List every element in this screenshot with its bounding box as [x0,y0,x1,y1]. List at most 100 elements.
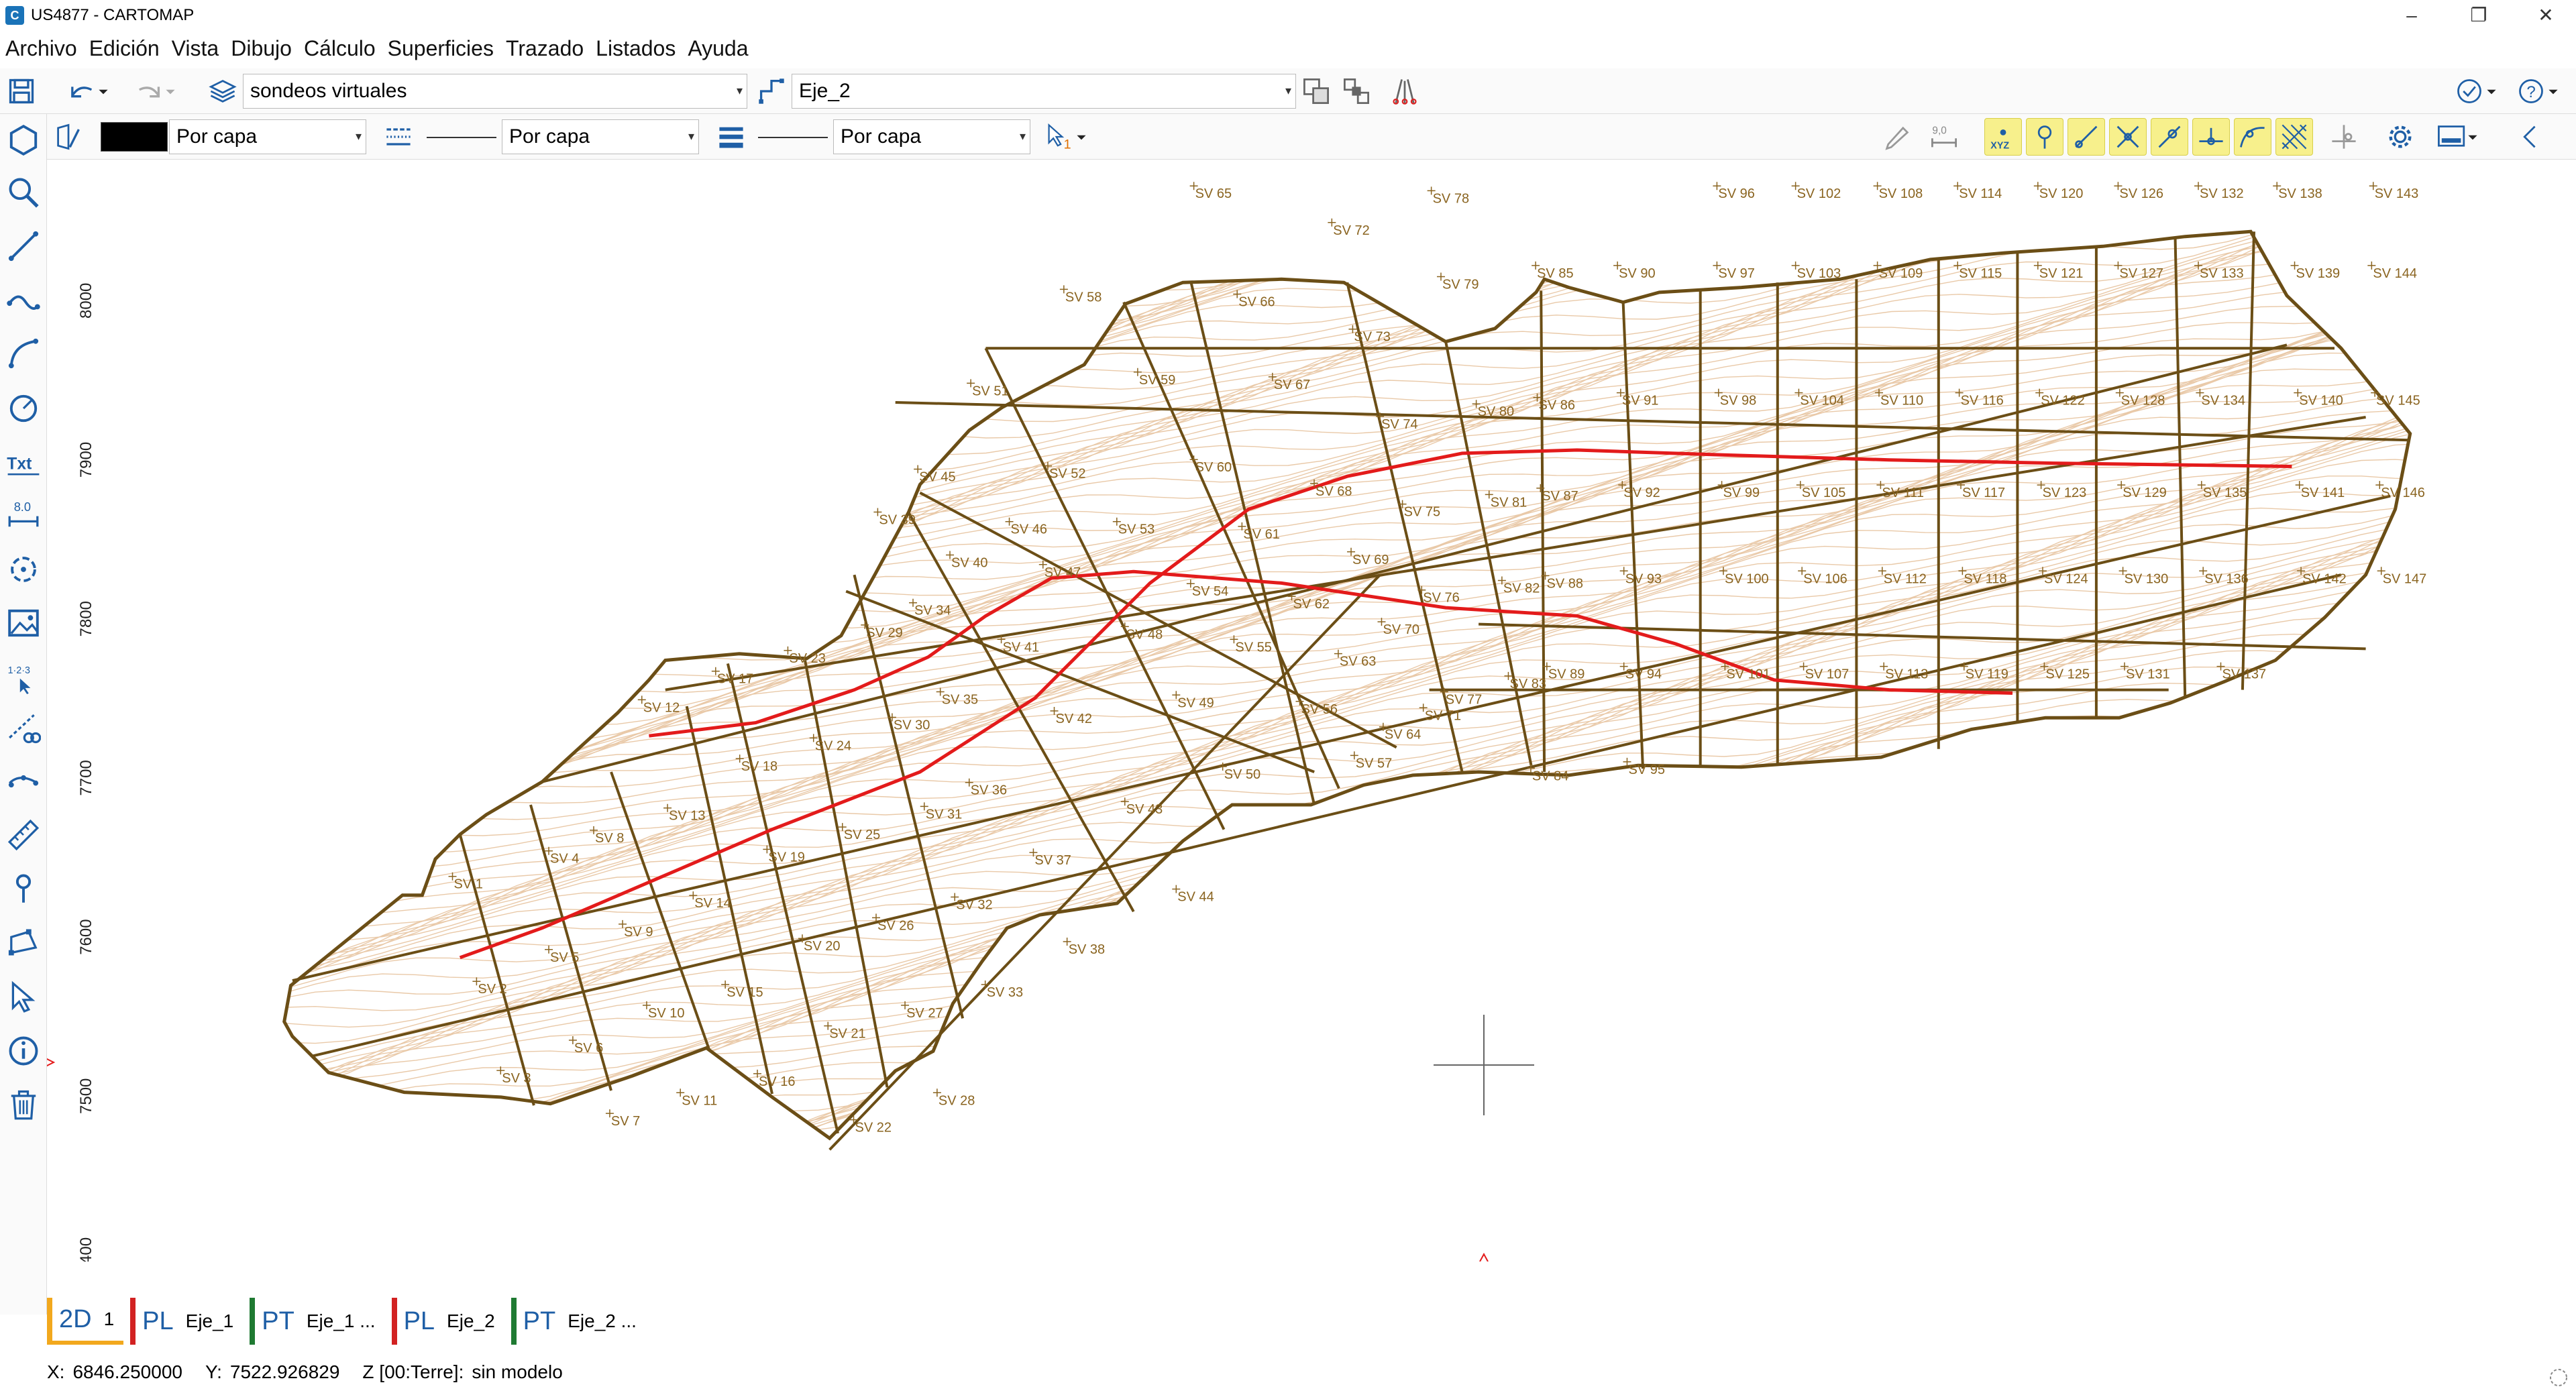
selection-mode-button[interactable]: 1 [1040,118,1093,156]
status-x-label: X: [47,1361,65,1382]
sondeo-label: SV 33 [987,985,1023,1000]
linetype-select[interactable]: Por capa ▾ [502,119,699,154]
arc-tool[interactable] [4,334,43,373]
lineweight-icon [719,127,743,148]
tab-pl-eje-1[interactable]: PL Eje_1 [130,1298,244,1345]
snap-intersection-button[interactable] [2109,118,2147,156]
lineweight-select[interactable]: Por capa ▾ [833,119,1030,154]
snap-tangent-button[interactable] [2234,118,2271,156]
tab-pt-eje-2[interactable]: PT Eje_2 ... [511,1298,646,1345]
validate-button[interactable] [2450,72,2504,110]
line-tool[interactable] [4,227,43,266]
select-tool[interactable] [4,978,43,1017]
sondeo-label: SV 56 [1301,702,1338,717]
sondeo-label: SV 101 [1726,667,1770,682]
alignment-button[interactable] [753,72,790,110]
edit-properties-button[interactable] [1878,118,1916,156]
rotate-tool[interactable] [4,550,43,589]
gear-icon [2389,125,2412,148]
snap-endpoint-button[interactable] [2068,118,2105,156]
menu-ayuda[interactable]: Ayuda [688,36,748,61]
vertex-tool[interactable] [4,923,43,962]
contour-line [284,276,2410,779]
save-icon [9,78,34,104]
polygon-tool[interactable] [4,121,43,160]
grid-line [665,416,2366,691]
redo-button[interactable] [126,72,185,110]
properties-panel-button[interactable] [50,118,87,156]
dimension-button[interactable]: 9,0 [1925,118,1963,156]
map-canvas[interactable]: SV 1 SV 2 SV 3 SV 4 SV 5 SV 6 SV 7 SV 8 SV 9 SV 1… [45,160,2576,1286]
text-tool[interactable]: Txt [4,443,43,482]
snap-midpoint-button[interactable] [2192,118,2230,156]
contour-lines [284,231,2410,1139]
sondeo-label: SV 77 [1446,693,1482,708]
color-swatch[interactable] [101,122,168,152]
tab-2d-view[interactable]: 2D 1 [47,1298,124,1345]
linetype-button[interactable] [380,118,417,156]
close-button[interactable]: ✕ [2509,0,2576,30]
display-options-button[interactable] [2430,118,2486,156]
tab-pt-eje-1[interactable]: PT Eje_1 ... [250,1298,385,1345]
tab-pl-eje-2[interactable]: PL Eje_2 [391,1298,504,1345]
zoom-tool[interactable] [4,173,43,212]
menu-vista[interactable]: Vista [172,36,219,61]
menu-listados[interactable]: Listados [596,36,676,61]
map-drawing[interactable]: SV 1 SV 2 SV 3 SV 4 SV 5 SV 6 SV 7 SV 8 SV 9 SV 1… [45,160,2576,1286]
layers-button[interactable] [204,72,241,110]
pin-icon [2037,125,2052,149]
measure-tool[interactable]: 8.0 [4,495,43,534]
sondeo-label: SV 89 [1548,667,1585,682]
delete-tool[interactable] [4,1085,43,1124]
snap-point-button[interactable] [2026,118,2063,156]
alignment-select[interactable]: Eje_2 ▾ [792,74,1296,109]
layer-select[interactable]: sondeos virtuales ▾ [243,74,747,109]
contour-line [284,231,2410,535]
sondeo-label: SV 47 [1044,565,1081,580]
snap-nearest-button[interactable] [2151,118,2188,156]
copy-entities-button[interactable] [1297,72,1335,110]
group-entities-button[interactable] [1338,72,1375,110]
menu-edicion[interactable]: Edición [89,36,160,61]
menu-dibujo[interactable]: Dibujo [231,36,292,61]
image-tool[interactable] [4,604,43,643]
save-button[interactable] [3,72,40,110]
route-tool[interactable] [4,762,43,801]
menu-superficies[interactable]: Superficies [388,36,494,61]
grid-line [292,494,2391,983]
contour-line [284,771,2410,1139]
color-select[interactable]: Por capa ▾ [169,119,366,154]
intersection-icon [2116,125,2139,148]
sondeo-label: SV 108 [1879,186,1923,201]
cartomap-window: C US4877 - CARTOMAP – ❐ ✕ Archivo Edició… [0,0,2576,1395]
sondeo-label: SV 129 [2123,486,2167,500]
profile-button[interactable] [1386,72,1424,110]
offset-tool[interactable] [4,710,43,748]
point-tool[interactable] [4,869,43,908]
sondeo-label: SV 128 [2121,394,2165,408]
undo-button[interactable] [59,72,118,110]
settings-button[interactable] [2381,118,2419,156]
menu-calculo[interactable]: Cálculo [304,36,376,61]
profile-icon [1393,79,1417,105]
menu-trazado[interactable]: Trazado [506,36,584,61]
info-tool[interactable] [4,1031,43,1070]
sondeo-label: SV 15 [727,985,763,1000]
snap-xyz-button[interactable]: XYZ [1984,118,2022,156]
contour-line [284,722,2410,1139]
help-button[interactable]: ? [2512,72,2565,110]
minimize-button[interactable]: – [2375,0,2449,30]
circle-tool[interactable] [4,389,43,428]
restore-button[interactable]: ❐ [2442,0,2516,30]
sondeo-label: SV 103 [1797,266,1841,281]
snap-options-button[interactable] [2325,118,2363,156]
menu-archivo[interactable]: Archivo [5,36,77,61]
polyline-tool[interactable] [4,280,43,319]
snap-grid-button[interactable] [2275,118,2313,156]
resize-grip[interactable] [2545,1364,2572,1391]
numbering-tool[interactable]: 1·2·3 [4,657,43,696]
sondeo-label: SV 65 [1195,186,1232,201]
scale-tool[interactable] [4,816,43,854]
lineweight-button[interactable] [712,118,750,156]
collapse-panel-button[interactable] [2512,118,2549,156]
